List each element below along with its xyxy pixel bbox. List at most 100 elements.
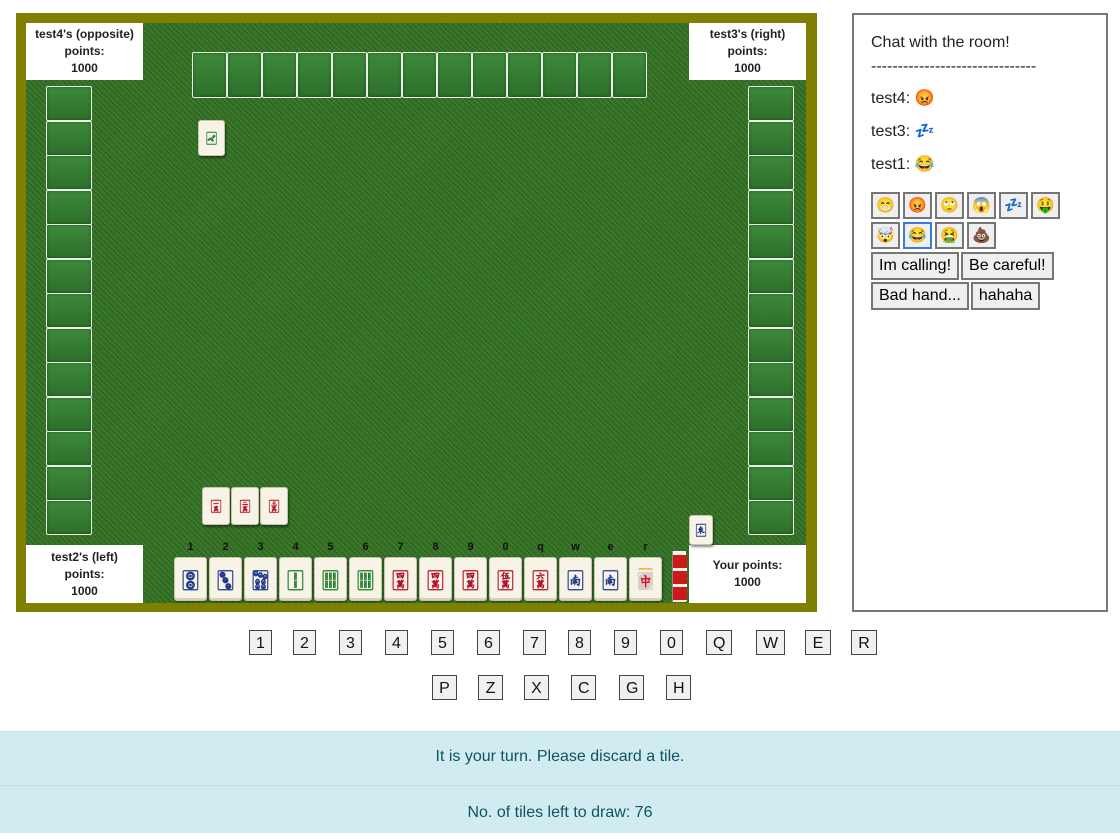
- emoji-button[interactable]: 🤯: [871, 222, 900, 249]
- self-meld-tile: 🀈: [231, 487, 259, 525]
- table-felt: test4's (opposite) points: 1000 test3's (ri…: [26, 23, 806, 603]
- emoji-button[interactable]: 🤮: [935, 222, 964, 249]
- emoji-button[interactable]: 💤: [999, 192, 1028, 219]
- two-circles-tile[interactable]: 🀚: [174, 557, 207, 601]
- right-hidden-tile: [748, 396, 794, 432]
- opposite-hidden-tile: [367, 52, 402, 98]
- left-hidden-tile: [46, 293, 92, 328]
- quick-phrase-button[interactable]: Bad hand...: [871, 282, 969, 310]
- six-bamboo-tile-2[interactable]: 🀕: [349, 557, 382, 601]
- key-button[interactable]: C: [571, 675, 596, 700]
- opposite-hidden-tile: [262, 52, 297, 98]
- left-hidden-tile: [46, 155, 92, 190]
- opposite-discard-tile: 🀐: [198, 120, 225, 156]
- quick-phrase-button[interactable]: Im calling!: [871, 252, 960, 280]
- chat-user: test1:: [871, 156, 911, 173]
- key-button[interactable]: 2: [293, 630, 316, 655]
- emoji-button[interactable]: 😱: [967, 192, 996, 219]
- right-hidden-tile: [748, 120, 794, 156]
- emoji-button[interactable]: 💩: [967, 222, 996, 249]
- emoji-button[interactable]: 😂: [903, 222, 932, 249]
- tile-key-hint: w: [571, 541, 580, 553]
- chat-user: test4:: [871, 90, 911, 107]
- opposite-hidden-tile: [577, 52, 612, 98]
- key-button[interactable]: W: [756, 630, 785, 655]
- six-bamboo-tile[interactable]: 🀕: [314, 557, 347, 601]
- emoji-picker: 😁 😡 🙄 😱 💤 🤑 🤯 😂 🤮 💩: [871, 192, 1101, 252]
- key-button[interactable]: R: [851, 630, 877, 655]
- points-label: points:: [727, 44, 768, 58]
- key-button[interactable]: 7: [523, 630, 546, 655]
- opposite-hidden-tile: [542, 52, 577, 98]
- chat-divider: -------------------------------: [871, 58, 1037, 75]
- emoji-button[interactable]: 🙄: [935, 192, 964, 219]
- right-hidden-tile: [748, 86, 794, 121]
- quick-phrases: Im calling! Be careful! Bad hand... hahaha: [871, 252, 1101, 312]
- key-button[interactable]: P: [432, 675, 457, 700]
- tile-key-hint: 8: [432, 541, 439, 553]
- left-hidden-tile: [46, 189, 92, 225]
- opposite-hidden-tile: [507, 52, 542, 98]
- opposite-hidden-tile: [472, 52, 507, 98]
- opposite-hidden-tile: [192, 52, 227, 98]
- emoji-button[interactable]: 😡: [903, 192, 932, 219]
- chat-emoji: 😂: [914, 156, 935, 173]
- tile-key-hint: r: [643, 541, 648, 553]
- right-hidden-tile: [748, 327, 794, 363]
- player-points: 1000: [71, 583, 98, 598]
- chat-title: Chat with the room!: [871, 34, 1010, 51]
- key-button[interactable]: 4: [385, 630, 408, 655]
- opposite-hidden-tile: [297, 52, 332, 98]
- quick-phrase-button[interactable]: hahaha: [970, 282, 1041, 310]
- four-characters-tile-2[interactable]: 🀊: [419, 557, 452, 601]
- points-label: points:: [64, 566, 105, 581]
- right-discard-tile: 🀀: [689, 515, 713, 545]
- four-characters-tile-3[interactable]: 🀊: [454, 557, 487, 601]
- tile-key-hint: 3: [257, 541, 264, 553]
- south-wind-tile[interactable]: 🀁: [559, 557, 592, 601]
- key-button[interactable]: 9: [614, 630, 637, 655]
- tile-key-hint: 0: [502, 541, 509, 553]
- self-meld-tile: 🀇: [202, 487, 230, 525]
- key-button[interactable]: 5: [431, 630, 454, 655]
- south-wind-tile-2[interactable]: 🀁: [594, 557, 627, 601]
- right-hidden-tile: [748, 189, 794, 225]
- self-meld-tile: 🀉: [260, 487, 288, 525]
- chat-message: test1: 😂: [871, 155, 1106, 175]
- left-hidden-tile: [46, 500, 92, 535]
- key-button[interactable]: Q: [706, 630, 732, 655]
- six-characters-tile[interactable]: 🀌: [524, 557, 557, 601]
- tile-key-hint: 7: [397, 541, 404, 553]
- player-points: 1000: [734, 61, 761, 75]
- left-hidden-tile: [46, 465, 92, 501]
- key-button[interactable]: G: [619, 675, 644, 700]
- key-button[interactable]: 6: [477, 630, 500, 655]
- tile-key-hint: 9: [467, 541, 474, 553]
- key-button[interactable]: 8: [568, 630, 591, 655]
- key-button[interactable]: H: [666, 675, 691, 700]
- opposite-hidden-tile: [612, 52, 647, 98]
- seven-circles-tile[interactable]: 🀟: [244, 557, 277, 601]
- three-circles-tile[interactable]: 🀛: [209, 557, 242, 601]
- four-characters-tile[interactable]: 🀊: [384, 557, 417, 601]
- emoji-button[interactable]: 🤑: [1031, 192, 1060, 219]
- quick-phrase-button[interactable]: Be careful!: [961, 252, 1054, 280]
- five-characters-tile[interactable]: 🀋: [489, 557, 522, 601]
- left-hidden-tile: [46, 396, 92, 432]
- key-button[interactable]: Z: [478, 675, 503, 700]
- tiles-left-status-bar: No. of tiles left to draw: 76: [0, 785, 1120, 833]
- red-dragon-tile[interactable]: 🀄: [629, 557, 662, 601]
- right-hidden-tile: [748, 362, 794, 397]
- player-label: test4's (opposite): [35, 27, 134, 41]
- right-hidden-tile: [748, 224, 794, 259]
- key-button[interactable]: X: [524, 675, 549, 700]
- key-button[interactable]: 3: [339, 630, 362, 655]
- left-player-info: test2's (left) points: 1000: [26, 545, 143, 603]
- two-bamboo-tile[interactable]: 🀑: [279, 557, 312, 601]
- key-button[interactable]: 1: [249, 630, 272, 655]
- chat-emoji: 😡: [914, 90, 935, 107]
- key-button[interactable]: E: [805, 630, 831, 655]
- emoji-button[interactable]: 😁: [871, 192, 900, 219]
- key-button[interactable]: 0: [660, 630, 683, 655]
- tile-key-hint: e: [607, 541, 614, 553]
